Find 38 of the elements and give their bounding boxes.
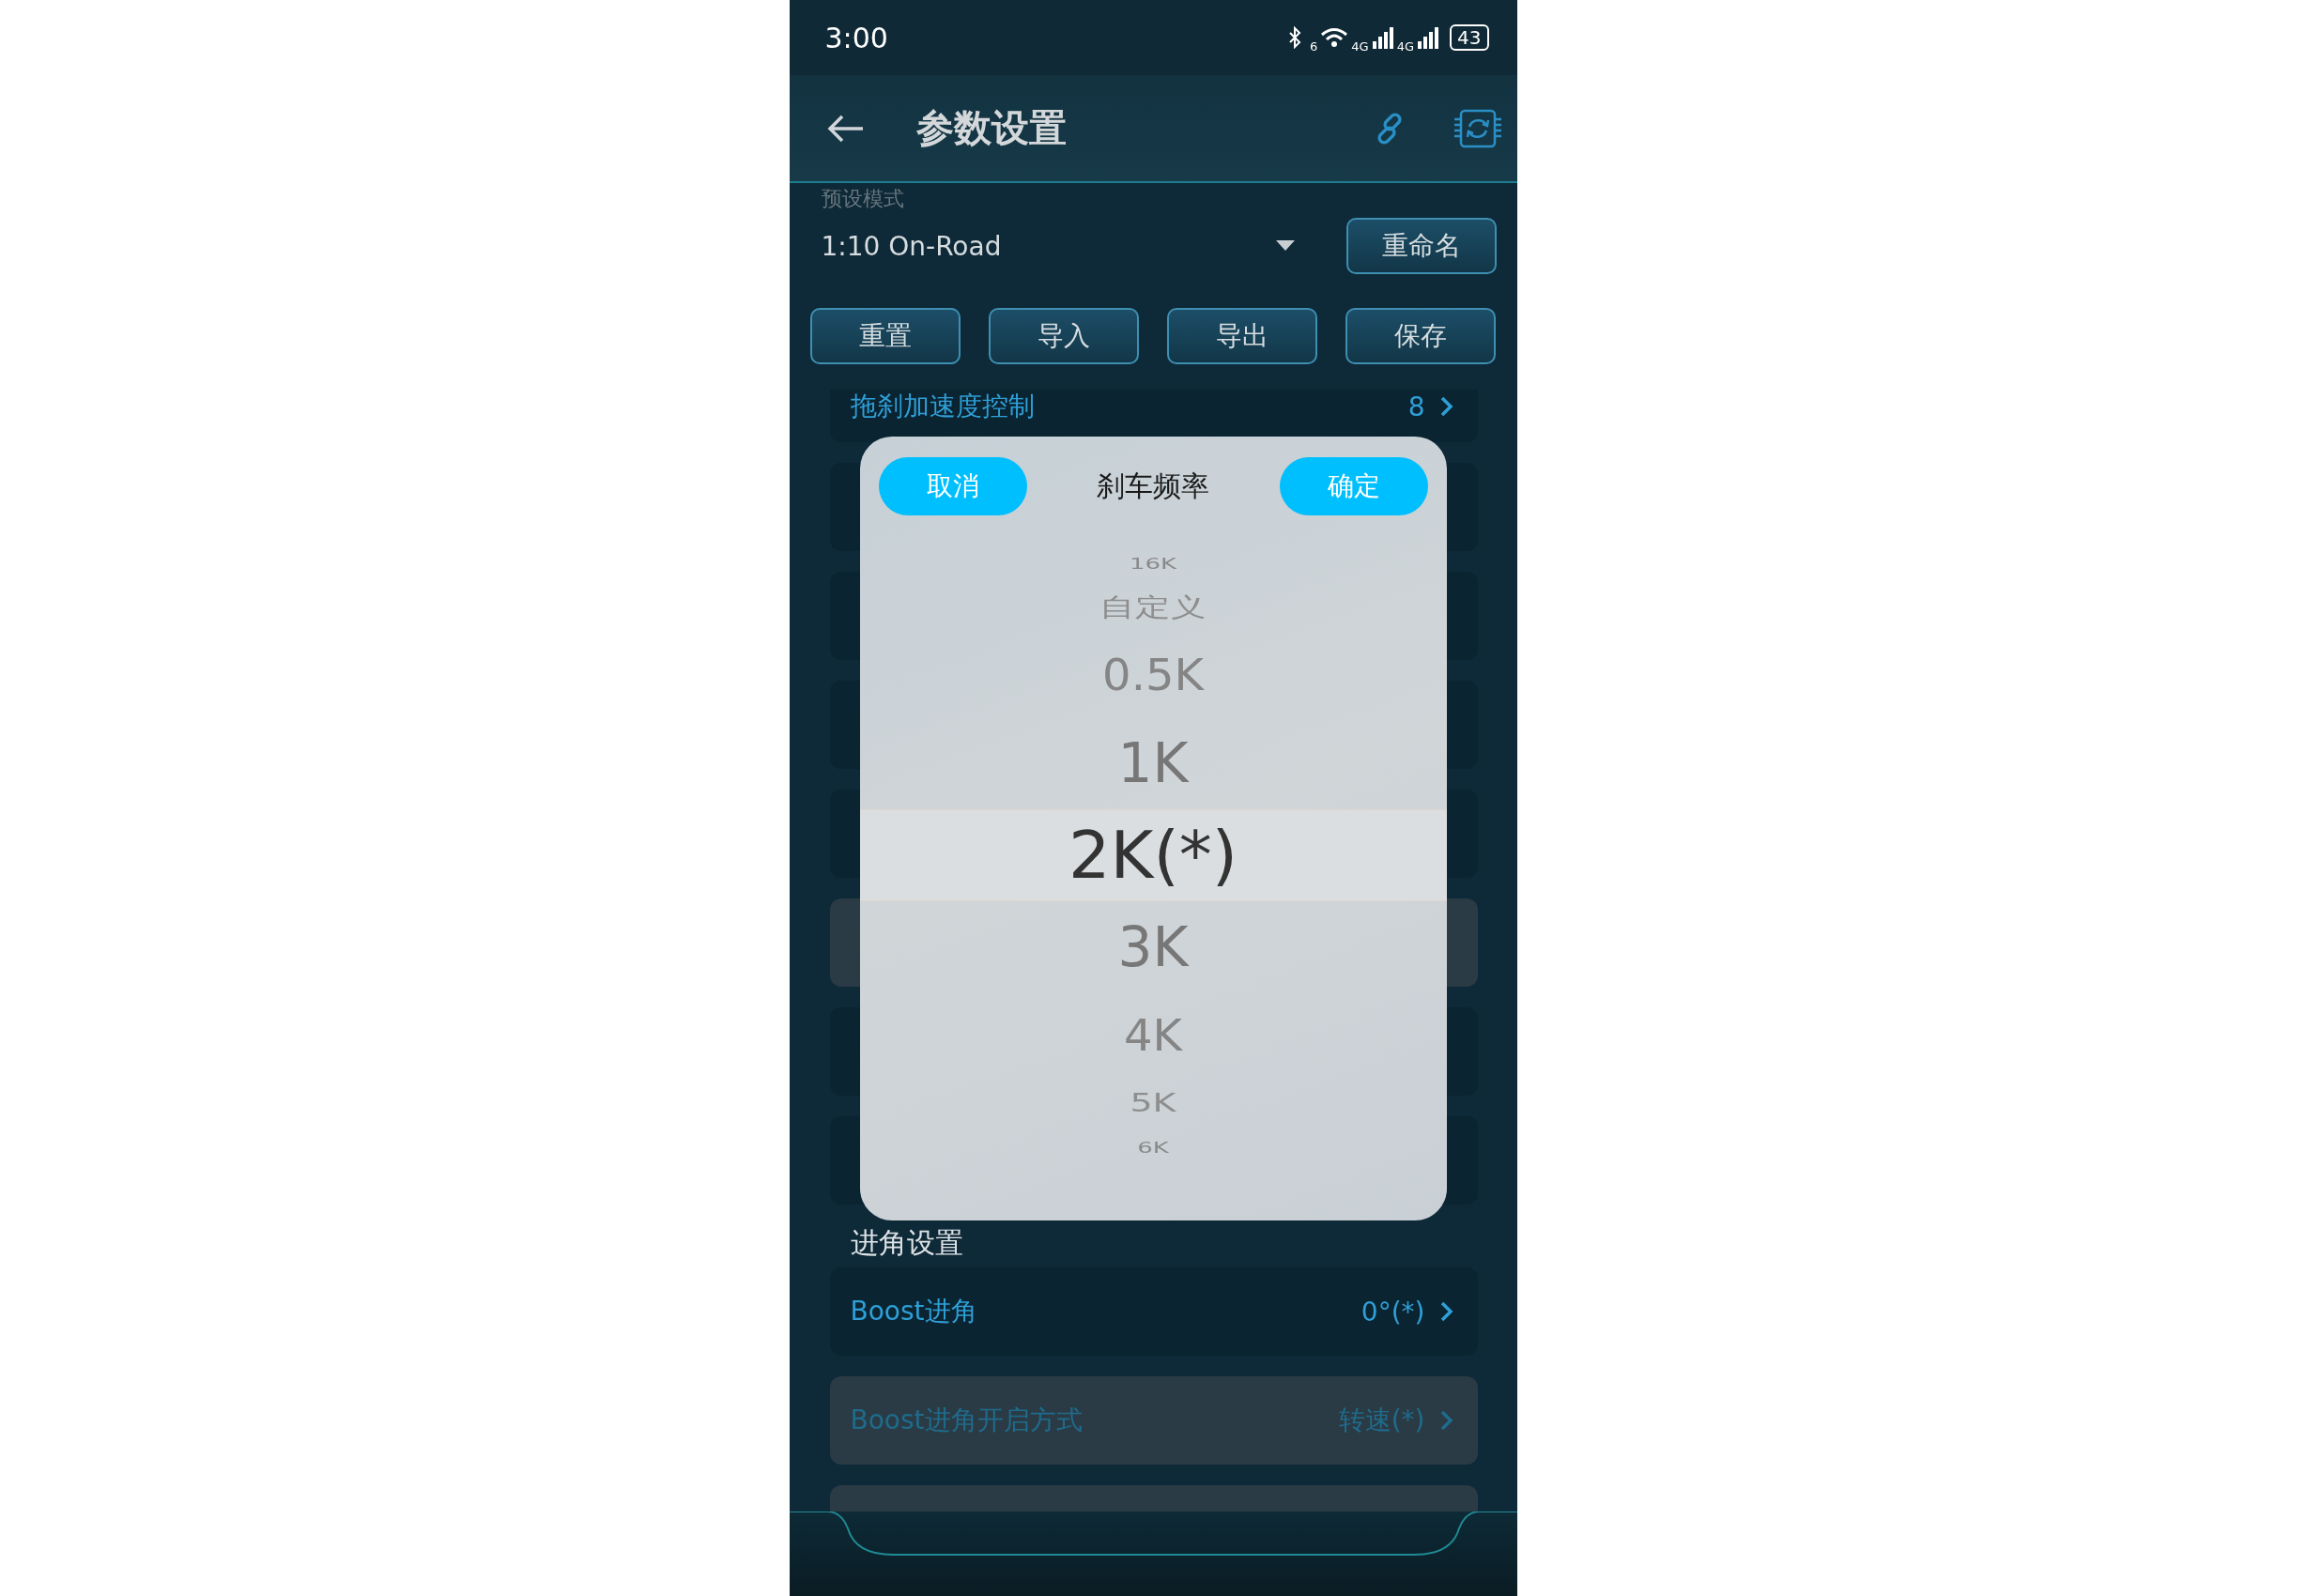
section-title: 进角设置 [849, 1225, 964, 1261]
confirm-button[interactable]: 确定 [1279, 457, 1428, 515]
network-label: 4G [1396, 38, 1415, 54]
wifi-icon [1320, 26, 1349, 49]
settings-row[interactable]: 拖刹加速度控制 8 [829, 390, 1478, 442]
bluetooth-icon [1288, 26, 1302, 49]
action-button[interactable]: 重置 [809, 308, 961, 364]
action-button[interactable]: 导出 [1167, 308, 1318, 364]
picker-option[interactable]: 3K [859, 901, 1447, 993]
signal-icon [1417, 26, 1440, 49]
action-button[interactable]: 导入 [988, 308, 1139, 364]
back-arrow-icon[interactable] [826, 113, 865, 144]
preset-dropdown[interactable]: 1:10 On-Road [821, 230, 1346, 262]
signal-icon [1371, 26, 1394, 49]
battery-level: 43 [1450, 24, 1489, 51]
chevron-icon [1439, 1410, 1453, 1431]
picker-option[interactable]: 5K [859, 1084, 1447, 1122]
action-button[interactable]: 保存 [1345, 308, 1497, 364]
chevron-icon [1439, 396, 1453, 417]
picker-option[interactable]: 2K(*) [859, 809, 1447, 901]
page-title: 参数设置 [915, 105, 1068, 151]
wifi-label: 6 [1310, 38, 1318, 54]
caret-icon [1275, 240, 1295, 252]
picker-option[interactable]: 4K [859, 995, 1447, 1076]
preset-label: 预设模式 [821, 186, 905, 212]
picker-option[interactable]: 6K [859, 1135, 1447, 1159]
picker-option[interactable]: 0.5K [859, 635, 1447, 715]
rename-button[interactable]: 重命名 [1345, 218, 1497, 274]
picker-option[interactable]: 自定义 [859, 589, 1447, 626]
status-time: 3:00 [824, 21, 888, 54]
network-label: 4G [1351, 38, 1369, 54]
chip-refresh-icon[interactable] [1453, 107, 1502, 149]
settings-row[interactable]: Boost进角 0°(*) [829, 1267, 1478, 1356]
picker-option[interactable]: 1K [859, 717, 1447, 809]
cancel-button[interactable]: 取消 [878, 457, 1027, 515]
chevron-icon [1439, 1301, 1453, 1322]
picker-option[interactable]: 16K [859, 551, 1447, 575]
dialog-title: 刹车频率 [1097, 468, 1209, 504]
